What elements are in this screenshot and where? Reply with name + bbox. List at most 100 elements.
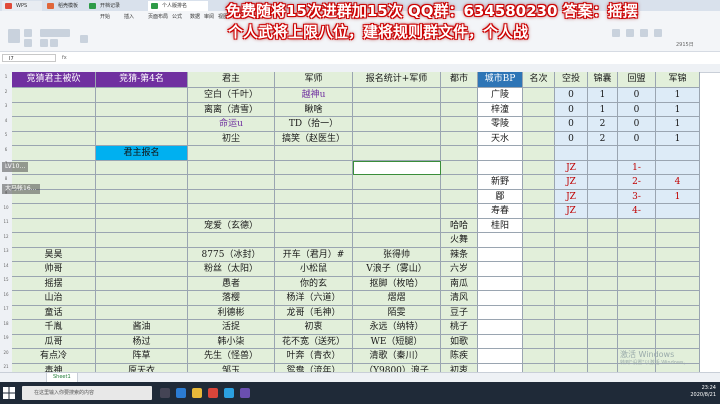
lower-cell[interactable]: WE（短腿）	[353, 334, 441, 349]
jz-cell[interactable]	[656, 204, 700, 219]
jz-cell[interactable]: 4	[656, 175, 700, 190]
lower-cell[interactable]	[523, 262, 555, 277]
lower-cell[interactable]	[555, 305, 588, 320]
tab-ranking[interactable]: 个人版排名	[148, 1, 208, 11]
cell[interactable]	[353, 146, 441, 161]
lower-cell[interactable]	[588, 247, 618, 262]
cell[interactable]	[353, 204, 441, 219]
cell[interactable]	[275, 175, 353, 190]
main-cell[interactable]: 1	[656, 88, 700, 103]
main-cell[interactable]: 梓潼	[478, 102, 523, 117]
lower-cell[interactable]	[96, 218, 188, 233]
main-cell[interactable]	[96, 117, 188, 132]
lower-cell[interactable]	[588, 276, 618, 291]
lower-cell[interactable]	[656, 262, 700, 277]
lower-cell[interactable]	[656, 247, 700, 262]
lower-cell[interactable]: 利德彬	[188, 305, 275, 320]
lower-cell[interactable]: 陈疾	[441, 349, 478, 364]
lower-cell[interactable]: 初衷	[441, 363, 478, 372]
row-number[interactable]: 18	[0, 321, 12, 326]
jz-cell[interactable]: 4-	[618, 204, 656, 219]
lower-cell[interactable]	[588, 334, 618, 349]
row-number[interactable]: 6	[0, 147, 12, 152]
header-cell[interactable]: 竞猜君主被砍	[12, 72, 96, 88]
lower-cell[interactable]: 南瓜	[441, 276, 478, 291]
cell[interactable]	[523, 204, 555, 219]
header-cell[interactable]: 报名统计+军师	[353, 72, 441, 88]
lower-cell[interactable]	[555, 334, 588, 349]
lower-cell[interactable]: 六岁	[441, 262, 478, 277]
main-cell[interactable]	[523, 131, 555, 146]
main-cell[interactable]: 0	[618, 102, 656, 117]
row-number[interactable]: 14	[0, 263, 12, 268]
jz-cell[interactable]	[588, 189, 618, 204]
lower-cell[interactable]	[588, 218, 618, 233]
lower-cell[interactable]: 宠爱（玄德）	[188, 218, 275, 233]
lower-cell[interactable]: 8775（冰封）	[188, 247, 275, 262]
main-cell[interactable]: 1	[588, 88, 618, 103]
main-cell[interactable]: TD（拾一）	[275, 117, 353, 132]
cell[interactable]	[275, 204, 353, 219]
main-cell[interactable]	[96, 88, 188, 103]
lower-cell[interactable]: 杨洋（六道）	[275, 291, 353, 306]
ribbon-tab-view[interactable]: 视图	[218, 13, 228, 20]
ribbon-tab-security[interactable]: 安全	[232, 13, 242, 20]
jz-cell[interactable]: 2-	[618, 175, 656, 190]
main-cell[interactable]: 0	[555, 117, 588, 132]
lower-cell[interactable]	[656, 291, 700, 306]
lower-cell[interactable]	[555, 320, 588, 335]
explorer-icon[interactable]	[192, 388, 202, 398]
main-cell[interactable]: 广陵	[478, 88, 523, 103]
header-cell[interactable]: 空投	[555, 72, 588, 88]
lower-cell[interactable]	[478, 247, 523, 262]
task-view-icon[interactable]	[160, 388, 170, 398]
lower-cell[interactable]: 叶奔（青衣）	[275, 349, 353, 364]
lower-cell[interactable]	[478, 320, 523, 335]
main-cell[interactable]	[523, 88, 555, 103]
header-cell[interactable]: 名次	[523, 72, 555, 88]
sort-icon[interactable]	[626, 29, 634, 37]
lower-cell[interactable]	[618, 276, 656, 291]
main-cell[interactable]: 搞笑（赵医生）	[275, 131, 353, 146]
lower-cell[interactable]	[555, 262, 588, 277]
cell[interactable]	[188, 175, 275, 190]
lower-cell[interactable]	[555, 291, 588, 306]
lower-cell[interactable]	[478, 363, 523, 372]
lower-cell[interactable]	[275, 233, 353, 248]
lower-cell[interactable]: 火舞	[441, 233, 478, 248]
lower-cell[interactable]	[523, 349, 555, 364]
lower-cell[interactable]: 千胤	[12, 320, 96, 335]
cell[interactable]	[523, 146, 555, 161]
cell[interactable]	[188, 204, 275, 219]
lower-cell[interactable]	[555, 276, 588, 291]
main-cell[interactable]	[523, 117, 555, 132]
lower-cell[interactable]: 有点冷	[12, 349, 96, 364]
fill-icon[interactable]	[640, 29, 648, 37]
jz-cell[interactable]: JZ	[555, 189, 588, 204]
spreadsheet-grid[interactable]: 竞猜君主被砍 竞猜-第4名 君主 军师 报名统计+军师 都市 城市BP 名次 空…	[12, 72, 700, 372]
lower-cell[interactable]: 童话	[12, 305, 96, 320]
cell[interactable]	[12, 146, 96, 161]
main-cell[interactable]: 0	[618, 88, 656, 103]
jz-cell[interactable]: JZ	[555, 175, 588, 190]
lower-cell[interactable]: 昊昊	[12, 247, 96, 262]
lower-cell[interactable]: 先生（怪兽）	[188, 349, 275, 364]
lower-cell[interactable]	[96, 262, 188, 277]
cell[interactable]	[618, 146, 656, 161]
cell[interactable]	[12, 204, 96, 219]
paste-icon[interactable]	[8, 29, 20, 43]
lower-cell[interactable]: 活捉	[188, 320, 275, 335]
lower-cell[interactable]	[656, 305, 700, 320]
lower-cell[interactable]: 小松鼠	[275, 262, 353, 277]
lower-cell[interactable]: 瓜哥	[12, 334, 96, 349]
lower-cell[interactable]: 落樱	[188, 291, 275, 306]
edge-icon[interactable]	[176, 388, 186, 398]
main-cell[interactable]: 命运u	[188, 117, 275, 132]
lower-cell[interactable]	[588, 320, 618, 335]
lower-cell[interactable]: 辣条	[441, 247, 478, 262]
cut-icon[interactable]	[24, 29, 32, 37]
cell[interactable]	[555, 146, 588, 161]
lower-cell[interactable]	[656, 320, 700, 335]
lower-cell[interactable]	[96, 247, 188, 262]
lower-cell[interactable]	[656, 218, 700, 233]
